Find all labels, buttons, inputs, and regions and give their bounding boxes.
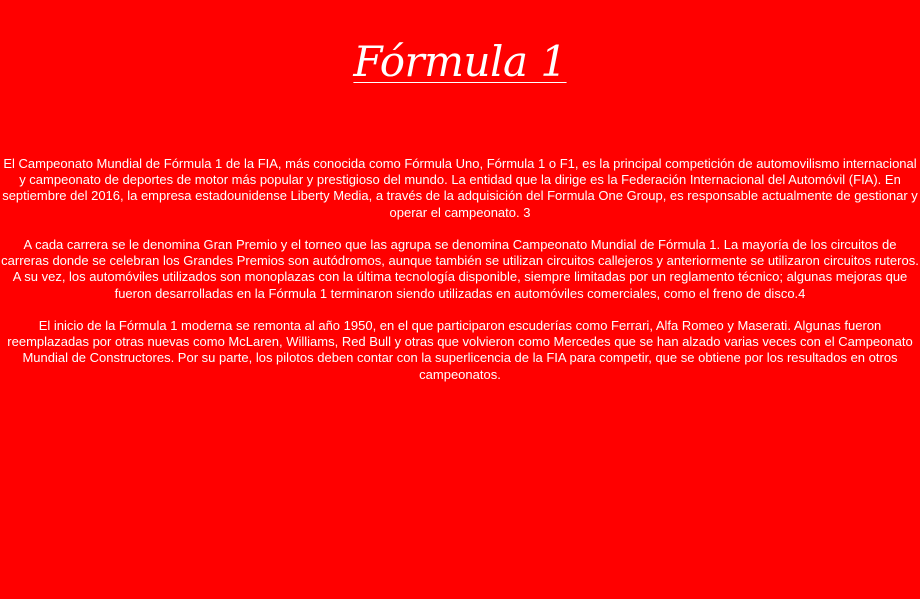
paragraph-3: El inicio de la Fórmula 1 moderna se rem… [7,318,913,382]
paragraph-1: El Campeonato Mundial de Fórmula 1 de la… [2,156,918,220]
page-title-text: Fórmula 1 [353,37,567,86]
page: Fórmula 1 El Campeonato Mundial de Fórmu… [0,0,920,599]
article-body: El Campeonato Mundial de Fórmula 1 de la… [0,156,920,399]
paragraph-2: A cada carrera se le denomina Gran Premi… [1,237,919,301]
page-title: Fórmula 1 [0,36,920,88]
